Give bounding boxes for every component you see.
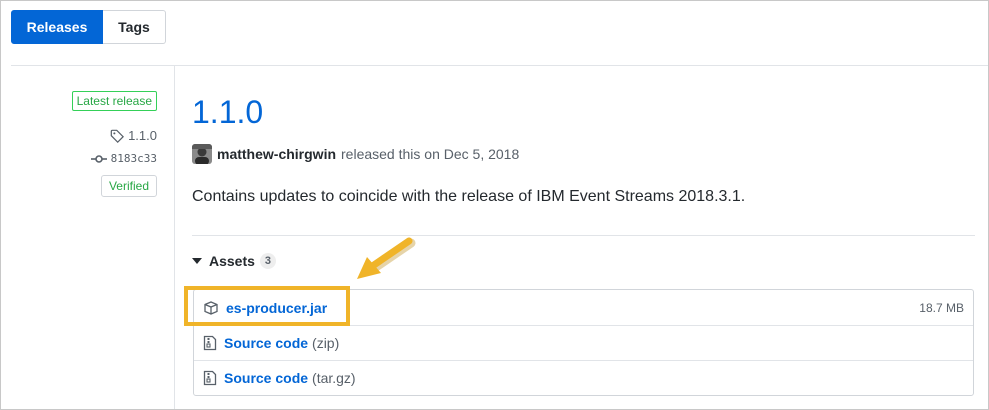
asset-format: (zip) — [312, 335, 340, 351]
release-tabs: Releases Tags — [11, 10, 166, 44]
verified-badge[interactable]: Verified — [100, 175, 157, 197]
release-date-text: released this on Dec 5, 2018 — [341, 146, 520, 162]
asset-row[interactable]: Source code (tar.gz) — [194, 360, 973, 395]
tag-icon — [110, 129, 125, 143]
latest-release-badge: Latest release — [71, 91, 157, 111]
asset-format: (tar.gz) — [312, 370, 356, 386]
release-tag-link[interactable]: 1.1.0 — [110, 128, 157, 143]
tab-releases[interactable]: Releases — [11, 10, 103, 44]
divider — [11, 65, 988, 66]
assets-count: 3 — [259, 253, 277, 269]
assets-label: Assets — [209, 253, 255, 269]
tab-tags[interactable]: Tags — [103, 10, 166, 44]
avatar[interactable] — [192, 144, 212, 164]
assets-toggle[interactable]: Assets 3 — [192, 253, 277, 269]
release-tag-label: 1.1.0 — [128, 128, 157, 143]
git-commit-icon — [90, 154, 107, 163]
release-title[interactable]: 1.1.0 — [192, 92, 263, 132]
release-meta: Latest release 1.1.0 8183c33 Verified — [71, 91, 157, 197]
assets-divider — [192, 235, 975, 236]
release-author-line: matthew-chirgwin released this on Dec 5,… — [192, 144, 519, 164]
release-description: Contains updates to coincide with the re… — [192, 188, 746, 205]
commit-hash: 8183c33 — [110, 152, 157, 165]
column-divider — [174, 66, 175, 409]
file-zip-icon — [203, 335, 217, 351]
asset-size: 18.7 MB — [919, 300, 964, 315]
commit-link[interactable]: 8183c33 — [90, 152, 157, 165]
releases-page: Releases Tags Latest release 1.1.0 8183c… — [0, 0, 989, 410]
author-name[interactable]: matthew-chirgwin — [217, 146, 336, 162]
caret-down-icon — [192, 258, 202, 264]
source-code-zip-link[interactable]: Source code — [224, 335, 308, 351]
annotation-arrow-icon — [357, 237, 416, 279]
highlight-box — [184, 286, 350, 326]
source-code-targz-link[interactable]: Source code — [224, 370, 308, 386]
file-zip-icon — [203, 370, 217, 386]
asset-row[interactable]: Source code (zip) — [194, 325, 973, 360]
